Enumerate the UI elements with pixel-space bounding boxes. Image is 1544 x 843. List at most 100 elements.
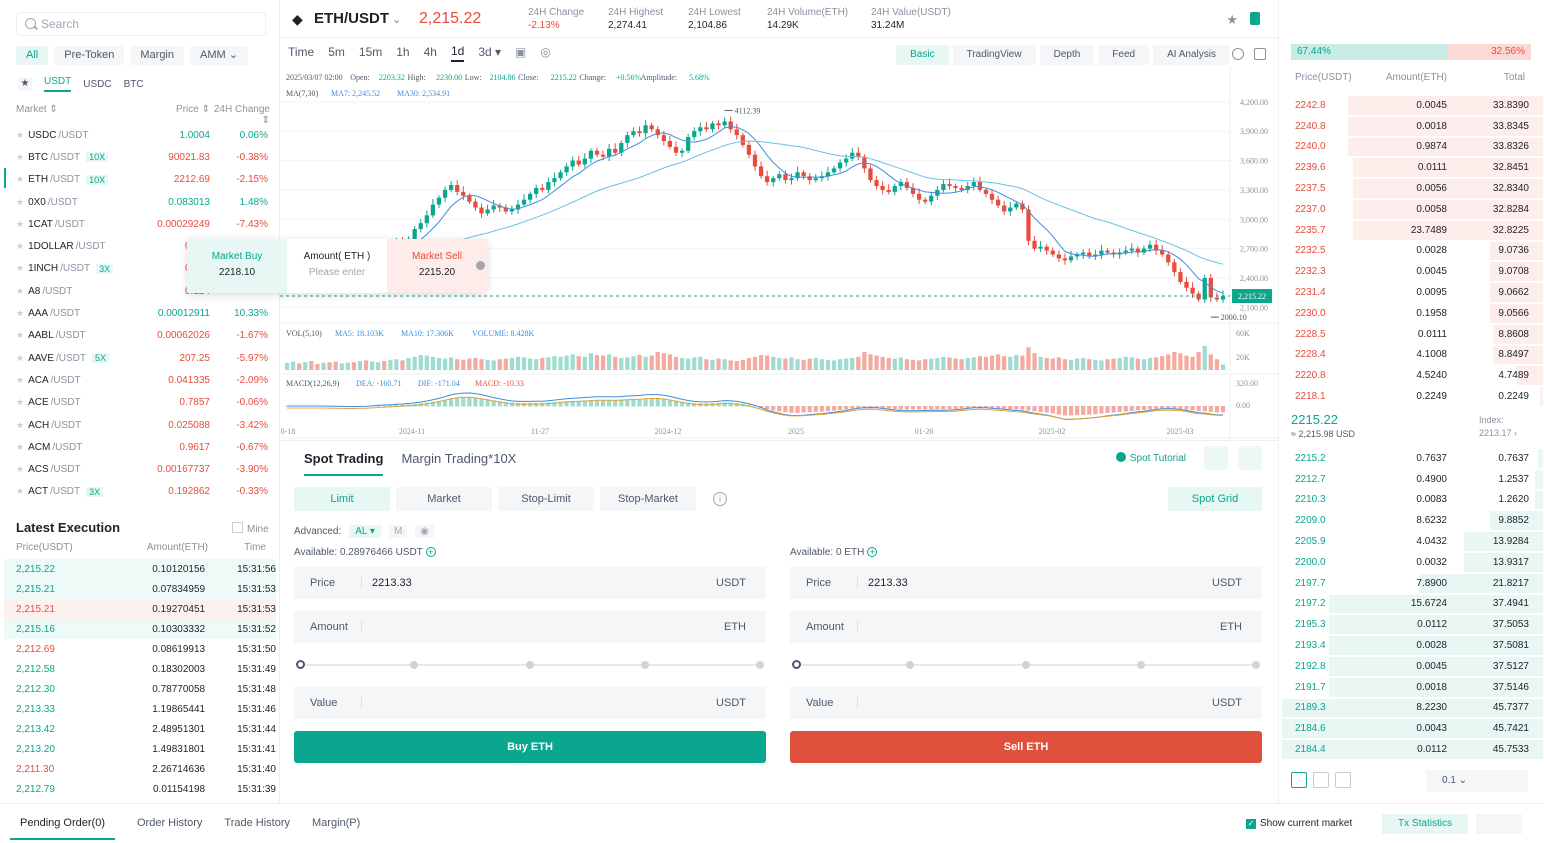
orderbook-row[interactable]: 2230.0 0.1958 9.0566 bbox=[1279, 303, 1543, 324]
orderbook-row[interactable]: 2240.8 0.0018 33.8345 bbox=[1279, 116, 1543, 137]
orderbook-row[interactable]: 2205.9 4.0432 13.9284 bbox=[1279, 531, 1543, 552]
tab-margin[interactable]: Margin(P) bbox=[312, 817, 360, 840]
sell-percent-slider[interactable] bbox=[790, 655, 1262, 675]
tx-statistics-button[interactable]: Tx Statistics bbox=[1382, 814, 1468, 834]
precision-select[interactable]: 0.1 ⌄ bbox=[1426, 770, 1528, 792]
orderbook-row[interactable]: 2240.0 0.9874 33.8326 bbox=[1279, 137, 1543, 158]
view-tab-1[interactable]: TradingView bbox=[952, 45, 1036, 65]
chart-type-icon[interactable]: ▣ bbox=[515, 45, 526, 61]
timeframe-5[interactable]: 1d bbox=[450, 44, 465, 62]
chart-toggle-icon[interactable] bbox=[1204, 446, 1228, 470]
eye-icon[interactable]: ◉ bbox=[415, 525, 435, 538]
tab-pre-token[interactable]: Pre-Token bbox=[54, 46, 125, 65]
sell-value-field[interactable]: Value USDT bbox=[790, 687, 1262, 719]
sell-eth-button[interactable]: Sell ETH bbox=[790, 731, 1262, 763]
star-icon[interactable]: ★ bbox=[16, 219, 24, 230]
show-current-market-checkbox[interactable]: Show current market bbox=[1246, 818, 1352, 829]
orderbook-row[interactable]: 2235.7 23.7489 32.8225 bbox=[1279, 220, 1543, 241]
tab-order-history[interactable]: Order History bbox=[137, 817, 202, 840]
market-row[interactable]: ★ 1CAT/USDT 0.00029249 -7.43% bbox=[16, 213, 276, 235]
star-icon[interactable]: ★ bbox=[16, 241, 24, 252]
sort-market[interactable]: Market ⇕ bbox=[16, 104, 134, 126]
buy-eth-button[interactable]: Buy ETH bbox=[294, 731, 766, 763]
view-tab-3[interactable]: Feed bbox=[1098, 45, 1150, 65]
search-input[interactable]: Search bbox=[16, 12, 266, 36]
star-icon[interactable]: ★ bbox=[16, 420, 24, 431]
favorite-star-icon[interactable]: ★ bbox=[1226, 12, 1238, 28]
star-icon[interactable]: ★ bbox=[16, 308, 24, 319]
star-icon[interactable]: ★ bbox=[16, 152, 24, 163]
star-icon[interactable]: ★ bbox=[16, 286, 24, 297]
orderbook-row[interactable]: 2197.2 15.6724 37.4941 bbox=[1279, 594, 1543, 615]
market-row[interactable]: ★ ETH/USDT 10X 2212.69 -2.15% bbox=[16, 169, 276, 191]
orderbook-row[interactable]: 2189.3 8.2230 45.7377 bbox=[1279, 698, 1543, 719]
tab-amm[interactable]: AMM ⌄ bbox=[190, 46, 248, 65]
tab-market[interactable]: Market bbox=[396, 487, 492, 511]
market-row[interactable]: ★ ACE/USDT 0.7857 -0.06% bbox=[16, 392, 276, 414]
document-icon[interactable] bbox=[1250, 12, 1260, 25]
orderbook-row[interactable]: 2212.7 0.4900 1.2537 bbox=[1279, 469, 1543, 490]
star-icon[interactable]: ★ bbox=[16, 330, 24, 341]
mine-checkbox[interactable]: Mine bbox=[232, 522, 269, 535]
market-row[interactable]: ★ 0X0/USDT 0.083013 1.48% bbox=[16, 191, 276, 213]
star-icon[interactable]: ★ bbox=[16, 353, 24, 364]
deposit-plus-icon[interactable]: + bbox=[425, 547, 436, 557]
pair-selector[interactable]: ETH/USDT bbox=[314, 10, 401, 27]
settings-sliders-icon[interactable] bbox=[1238, 446, 1262, 470]
market-row[interactable]: ★ ACM/USDT 0.9617 -0.67% bbox=[16, 436, 276, 458]
orderbook-row[interactable]: 2191.7 0.0018 37.5146 bbox=[1279, 677, 1543, 698]
export-document-icon[interactable] bbox=[1476, 814, 1522, 834]
view-tab-0[interactable]: Basic bbox=[896, 45, 949, 65]
buy-price-field[interactable]: Price 2213.33 USDT bbox=[294, 567, 766, 599]
view-tab-4[interactable]: AI Analysis bbox=[1153, 45, 1230, 65]
buy-value-field[interactable]: Value USDT bbox=[294, 687, 766, 719]
market-buy-button[interactable]: Market Buy 2218.10 bbox=[187, 239, 287, 293]
layout-asks-icon[interactable] bbox=[1335, 772, 1351, 788]
sell-price-field[interactable]: Price 2213.33 USDT bbox=[790, 567, 1262, 599]
orderbook-row[interactable]: 2237.5 0.0056 32.8340 bbox=[1279, 178, 1543, 199]
close-icon[interactable] bbox=[476, 261, 485, 270]
advanced-al-select[interactable]: AL ▾ bbox=[349, 525, 381, 538]
orderbook-row[interactable]: 2209.0 8.6232 9.8852 bbox=[1279, 510, 1543, 531]
buy-percent-slider[interactable] bbox=[294, 655, 766, 675]
deposit-plus-icon[interactable]: + bbox=[867, 547, 878, 557]
orderbook-row[interactable]: 2242.8 0.0045 33.8390 bbox=[1279, 95, 1543, 116]
orderbook-row[interactable]: 2218.1 0.2249 0.2249 bbox=[1279, 386, 1543, 407]
orderbook-row[interactable]: 2215.2 0.7637 0.7637 bbox=[1279, 448, 1543, 469]
star-icon[interactable]: ★ bbox=[16, 375, 24, 386]
tab-usdc[interactable]: USDC bbox=[83, 79, 111, 90]
orderbook-row[interactable]: 2237.0 0.0058 32.8284 bbox=[1279, 199, 1543, 220]
orderbook-row[interactable]: 2228.4 4.1008 8.8497 bbox=[1279, 345, 1543, 366]
spot-grid-button[interactable]: Spot Grid bbox=[1168, 487, 1262, 511]
orderbook-row[interactable]: 2197.7 7.8900 21.8217 bbox=[1279, 573, 1543, 594]
quick-amount-input[interactable]: Amount( ETH ) Please enter bbox=[287, 239, 387, 293]
star-icon[interactable]: ★ bbox=[16, 174, 24, 185]
orderbook-row[interactable]: 2228.5 0.0111 8.8608 bbox=[1279, 324, 1543, 345]
orderbook-row[interactable]: 2184.4 0.0112 45.7533 bbox=[1279, 739, 1543, 760]
sort-change[interactable]: 24H Change ⇕ bbox=[210, 104, 270, 126]
favorites-star-icon[interactable]: ★ bbox=[18, 77, 32, 91]
spot-tutorial-link[interactable]: Spot Tutorial bbox=[1116, 452, 1186, 464]
market-row[interactable]: ★ BTC/USDT 10X 90021.83 -0.38% bbox=[16, 146, 276, 168]
layout-both-icon[interactable] bbox=[1291, 772, 1307, 788]
orderbook-row[interactable]: 2192.8 0.0045 37.5127 bbox=[1279, 656, 1543, 677]
tab-pending-order[interactable]: Pending Order(0) bbox=[10, 817, 115, 840]
tab-limit[interactable]: Limit bbox=[294, 487, 390, 511]
advanced-m-option[interactable]: M bbox=[388, 525, 408, 538]
market-row[interactable]: ★ AAVE/USDT 5X 207.25 -5.97% bbox=[16, 347, 276, 369]
orderbook-row[interactable]: 2232.3 0.0045 9.0708 bbox=[1279, 261, 1543, 282]
orderbook-row[interactable]: 2220.8 4.5240 4.7489 bbox=[1279, 365, 1543, 386]
market-sell-button[interactable]: Market Sell 2215.20 bbox=[387, 239, 487, 293]
view-tab-2[interactable]: Depth bbox=[1039, 45, 1095, 65]
sort-price[interactable]: Price ⇕ bbox=[134, 104, 210, 126]
orderbook-row[interactable]: 2210.3 0.0083 1.2620 bbox=[1279, 490, 1543, 511]
star-icon[interactable]: ★ bbox=[16, 197, 24, 208]
timeframe-0[interactable]: Time bbox=[288, 45, 314, 61]
orderbook-row[interactable]: 2231.4 0.0095 9.0662 bbox=[1279, 282, 1543, 303]
sell-amount-field[interactable]: Amount ETH bbox=[790, 611, 1262, 643]
timeframe-4[interactable]: 4h bbox=[424, 45, 437, 61]
info-icon[interactable]: i bbox=[713, 492, 727, 506]
timeframe-1[interactable]: 5m bbox=[328, 45, 345, 61]
indicator-icon[interactable]: ◎ bbox=[540, 45, 550, 61]
star-icon[interactable]: ★ bbox=[16, 464, 24, 475]
